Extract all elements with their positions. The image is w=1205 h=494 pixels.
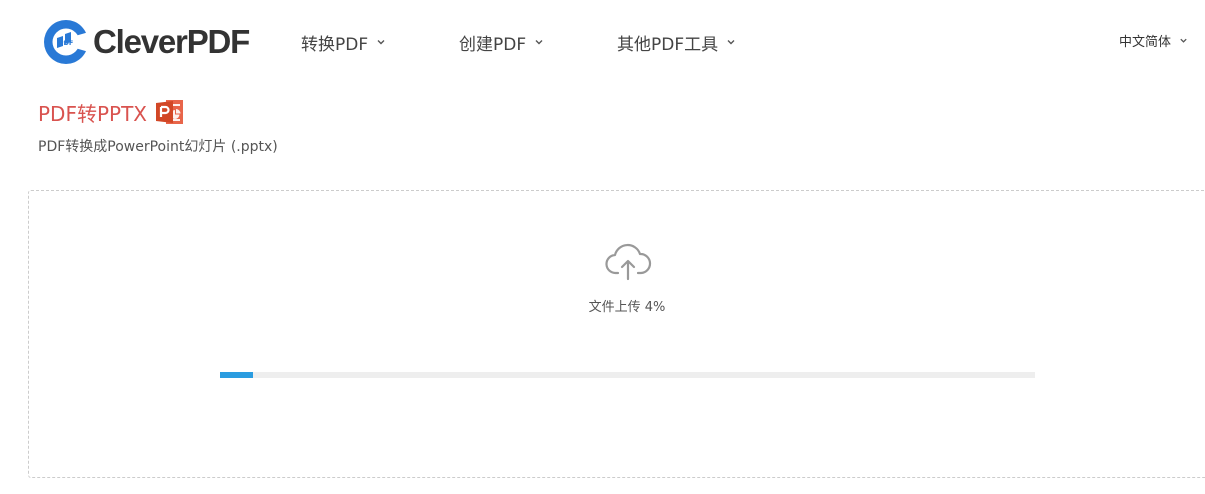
page-subtitle: PDF转换成PowerPoint幻灯片 (.pptx) (38, 139, 278, 155)
chevron-down-icon (727, 40, 735, 45)
cloud-upload-icon (605, 243, 652, 281)
chevron-down-icon (1180, 38, 1187, 43)
upload-status-text: 文件上传 4% (588, 300, 666, 315)
chevron-down-icon (377, 40, 385, 45)
chevron-down-icon (535, 40, 543, 45)
logo-mark-text: PDF (59, 39, 74, 47)
logo-text: CleverPDF (93, 23, 250, 60)
header: PDF CleverPDF 转换PDF 创建PDF 其他PDF工具 中文简体 (0, 0, 1205, 84)
nav-other-pdf-tools-label: 其他PDF工具 (617, 34, 719, 55)
nav-create-pdf[interactable]: 创建PDF (459, 28, 544, 56)
upload-dropzone[interactable] (28, 190, 1205, 478)
upload-progress-fill (220, 372, 253, 378)
nav-convert-pdf-label: 转换PDF (301, 34, 369, 55)
upload-progress-bar (220, 372, 1035, 378)
page-title-text: PDF转PPTX (38, 101, 148, 126)
cleverpdf-logo-icon: PDF (44, 20, 89, 64)
nav-convert-pdf[interactable]: 转换PDF (301, 28, 386, 56)
nav-other-pdf-tools[interactable]: 其他PDF工具 (617, 28, 736, 56)
nav-create-pdf-label: 创建PDF (459, 34, 527, 55)
language-selector-label: 中文简体 (1119, 34, 1172, 50)
powerpoint-icon (156, 100, 184, 124)
page-title: PDF转PPTX (38, 97, 184, 127)
language-selector[interactable]: 中文简体 (1119, 29, 1188, 51)
logo[interactable]: PDF CleverPDF (42, 18, 250, 66)
